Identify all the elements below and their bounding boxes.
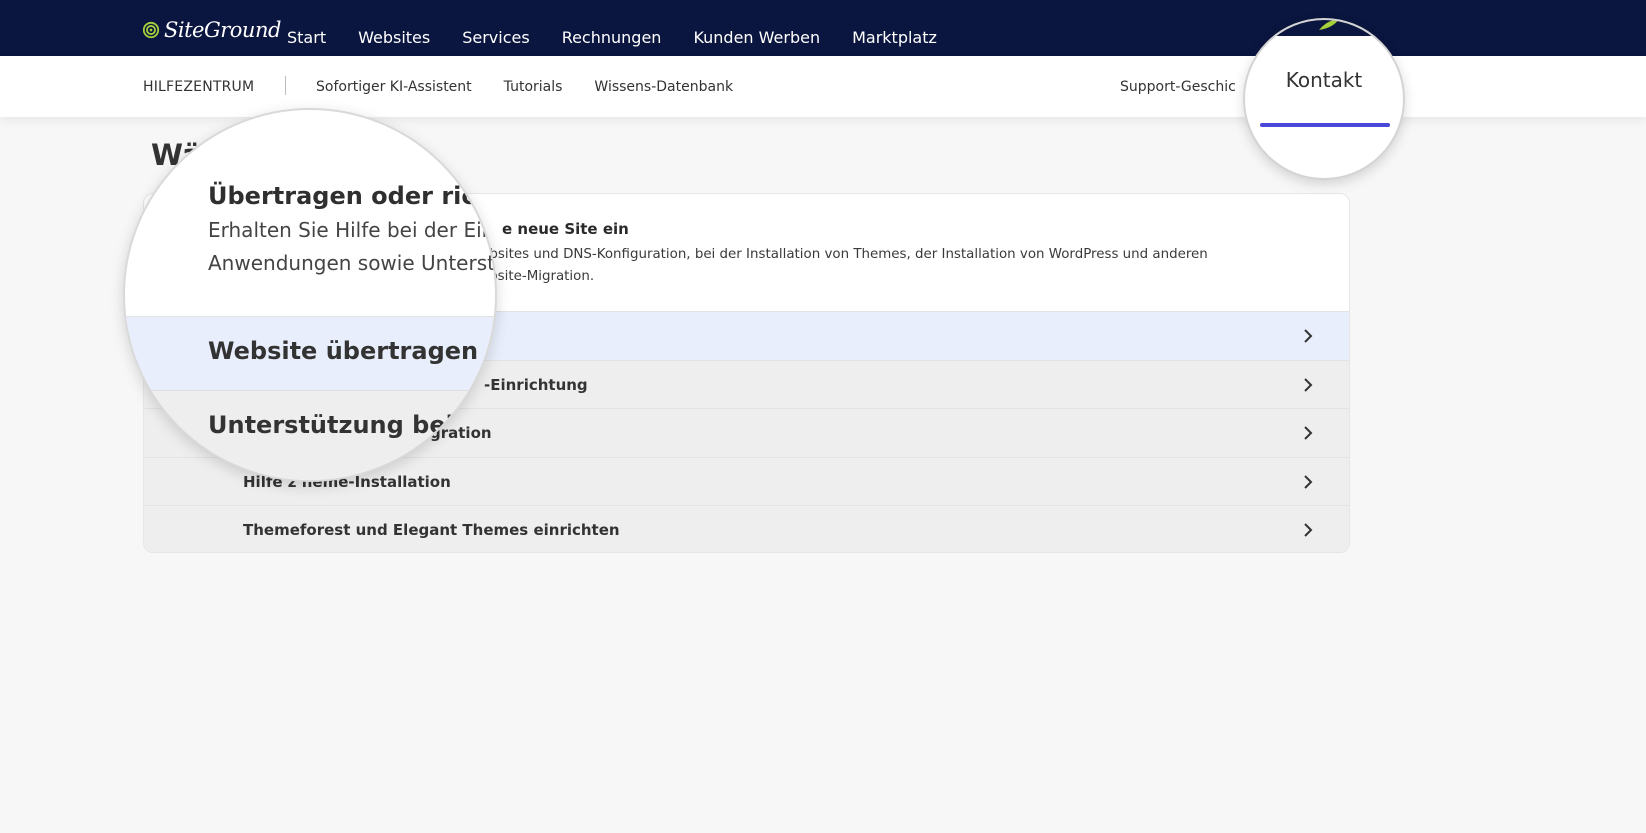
category-description-line-2: i der Website-Migration. xyxy=(434,269,595,284)
magnified-row-label: Website übertragen xyxy=(208,337,479,365)
magnified-row-website-transfer[interactable]: Website übertragen xyxy=(125,316,495,390)
subnav-support-history[interactable]: Support-Geschic xyxy=(1120,79,1236,95)
chevron-right-icon xyxy=(1304,329,1313,343)
category-description-line-1: euer Websites und DNS-Konfiguration, bei… xyxy=(434,247,1208,262)
magnifier-lens: Übertragen oder richt Erhalten Sie Hilfe… xyxy=(123,108,497,482)
subnav-ki-assistent[interactable]: Sofortiger KI-Assistent xyxy=(316,79,472,95)
chevron-right-icon xyxy=(1304,426,1313,440)
magnified-row-migration[interactable]: Unterstützung bei de xyxy=(125,390,496,480)
nav-websites[interactable]: Websites xyxy=(358,10,430,47)
topic-row-label: Themeforest und Elegant Themes einrichte… xyxy=(243,521,620,540)
magnifier-lens-contact: Kontakt xyxy=(1243,18,1405,180)
magnified-description-line-1: Erhalten Sie Hilfe bei der Einr xyxy=(208,218,497,242)
nav-rechnungen[interactable]: Rechnungen xyxy=(562,10,662,47)
subnav-wissens-datenbank[interactable]: Wissens-Datenbank xyxy=(594,79,733,95)
topic-row-themeforest[interactable]: Themeforest und Elegant Themes einrichte… xyxy=(144,505,1349,552)
subnav-menu: Sofortiger KI-Assistent Tutorials Wissen… xyxy=(316,79,765,95)
subnav-divider xyxy=(285,76,286,95)
magnified-row-label: Unterstützung bei de xyxy=(208,411,496,439)
magnified-description-line-2: Anwendungen sowie Unterst xyxy=(208,251,495,275)
help-center-label[interactable]: HILFEZENTRUM xyxy=(143,79,254,95)
nav-kunden-werben[interactable]: Kunden Werben xyxy=(693,10,820,47)
chevron-right-icon xyxy=(1304,523,1313,538)
nav-services[interactable]: Services xyxy=(462,10,529,47)
chevron-right-icon xyxy=(1304,377,1313,392)
logo-text: SiteGround xyxy=(164,18,281,42)
main-menu: Start Websites Services Rechnungen Kunde… xyxy=(287,0,969,56)
topic-row-label: -Einrichtung xyxy=(484,375,588,394)
chevron-right-icon xyxy=(1304,475,1313,489)
siteground-swirl-icon xyxy=(142,21,160,39)
contact-tab[interactable]: Kontakt xyxy=(1245,68,1403,92)
contact-tab-active-indicator xyxy=(1260,123,1390,127)
leaf-icon xyxy=(1319,20,1339,30)
magnified-category-title: Übertragen oder richt xyxy=(208,182,497,210)
category-description: euer Websites und DNS-Konfiguration, bei… xyxy=(434,244,1314,288)
subnav-tutorials[interactable]: Tutorials xyxy=(504,79,563,95)
siteground-logo[interactable]: SiteGround xyxy=(142,16,281,44)
category-title: e neue Site ein xyxy=(502,220,629,238)
nav-start[interactable]: Start xyxy=(287,10,326,47)
nav-marktplatz[interactable]: Marktplatz xyxy=(852,10,937,47)
